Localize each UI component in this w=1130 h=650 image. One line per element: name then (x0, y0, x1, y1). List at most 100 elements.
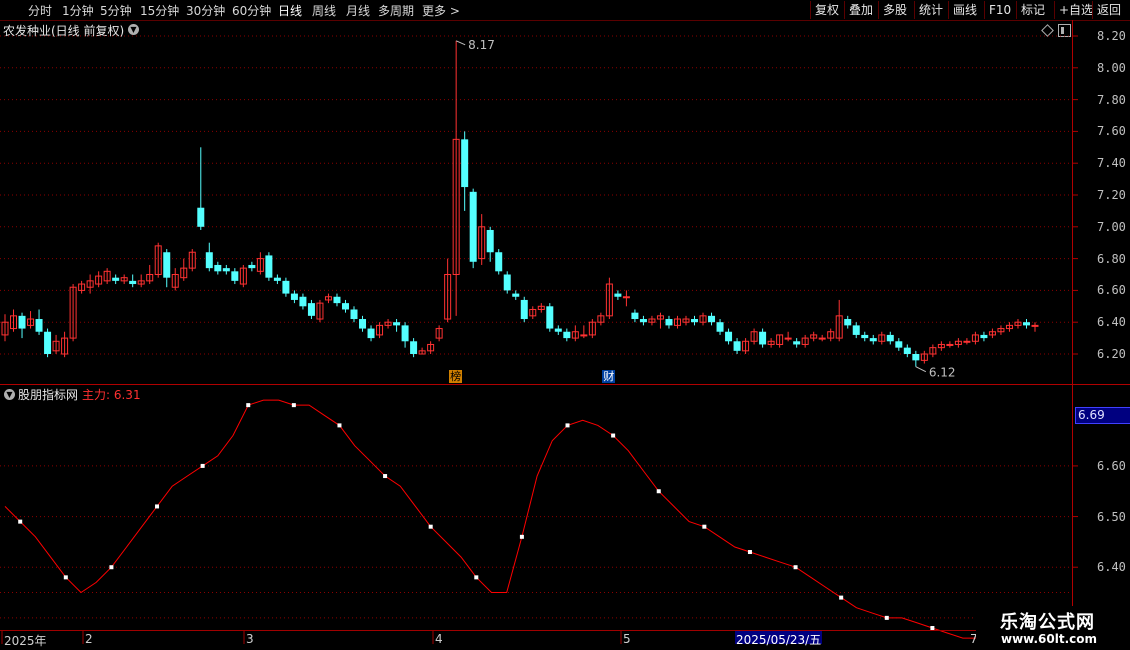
candle-body (112, 277, 120, 281)
indicator-value: 主力: 6.31 (82, 388, 141, 402)
candle-body (844, 319, 852, 326)
candle-body (469, 191, 477, 262)
candle-body (222, 268, 230, 272)
line-dot-marker (702, 524, 707, 529)
date-label: 2 (85, 632, 93, 646)
candle-body (946, 343, 954, 346)
candle-body (665, 319, 673, 326)
candle-body (129, 280, 137, 285)
watermark-url: www.60lt.com (1001, 632, 1098, 646)
candle-body (520, 299, 528, 320)
candle-body (980, 334, 988, 339)
candle-body (733, 341, 741, 351)
candle-body (912, 354, 920, 361)
main-force-line (4, 399, 978, 639)
line-dot-marker (839, 595, 844, 600)
candle-body (503, 274, 511, 291)
rank-marker[interactable]: 榜 (449, 370, 463, 383)
line-dot-marker (793, 565, 798, 570)
candle-body (563, 331, 571, 339)
candle-body (631, 312, 639, 320)
candle-body (341, 303, 349, 310)
line-dot-marker (747, 550, 752, 555)
candle-body (963, 340, 971, 343)
line-dot-marker (383, 474, 388, 479)
candle-body (333, 296, 341, 304)
line-dot-marker (656, 489, 661, 494)
candle-body (401, 325, 409, 342)
candle-body (410, 341, 418, 354)
candle-body (708, 315, 716, 323)
candle-body (205, 252, 213, 269)
date-label: 5 (623, 632, 631, 646)
date-label: 4 (435, 632, 443, 646)
low-annotation: 6.12 (929, 366, 956, 380)
chart-canvas: 8.17 6.12 (0, 20, 1130, 645)
line-dot-marker (337, 423, 342, 428)
candle-body (716, 322, 724, 332)
candle-body (461, 139, 469, 188)
indicator-tick-label: 6.50 (1097, 509, 1126, 524)
candle-body (793, 341, 801, 345)
candle-body (691, 319, 699, 323)
date-axis (0, 630, 1072, 645)
high-annotation-arrow (455, 40, 466, 46)
candle-body (44, 331, 52, 354)
candle-body (197, 207, 205, 227)
price-tick-label: 7.20 (1097, 188, 1126, 202)
indicator-tick-label: 6.60 (1097, 458, 1126, 473)
price-tick-label: 6.60 (1097, 283, 1126, 298)
candle-body (784, 337, 792, 340)
candle-body (299, 296, 307, 307)
line-dot-marker (291, 403, 296, 408)
candle-body (869, 338, 877, 342)
date-label: 2025年 (4, 634, 47, 648)
line-dot-marker (884, 615, 889, 620)
price-tick-label: 6.80 (1097, 251, 1126, 266)
line-dot-marker (63, 575, 68, 580)
candle-body (580, 334, 588, 337)
candle-body (214, 264, 222, 272)
candle-body (622, 296, 630, 299)
line-dot-marker (474, 575, 479, 580)
candle-body (290, 293, 298, 300)
candle-body (18, 315, 26, 329)
current-value-tag: 6.69 (1075, 407, 1130, 424)
watermark-title: 乐淘公式网 (1000, 612, 1095, 633)
candle-body (895, 341, 903, 348)
price-tick-label: 7.80 (1097, 92, 1126, 107)
candle-body (393, 322, 401, 326)
candle-body (639, 319, 647, 323)
candle-body (35, 319, 43, 332)
candle-body (231, 271, 239, 281)
candle-body (486, 229, 494, 253)
candle-body (495, 252, 503, 272)
price-tick-label: 6.20 (1097, 347, 1126, 361)
candle-body (248, 264, 256, 269)
line-dot-marker (155, 504, 160, 509)
finance-marker[interactable]: 财 (602, 370, 616, 383)
candle-body (546, 306, 554, 329)
date-highlight: 2025/05/23/五 (735, 631, 823, 647)
candle-body (273, 277, 281, 281)
candle-body (759, 331, 767, 345)
price-tick-label: 7.00 (1097, 219, 1126, 234)
candle-body (1022, 322, 1030, 326)
line-dot-marker (200, 463, 205, 468)
candle-body (852, 325, 860, 335)
line-dot-marker (246, 403, 251, 408)
candle-body (886, 334, 894, 342)
chevron-down-icon[interactable]: ▼ (4, 389, 15, 400)
price-tick-label: 8.20 (1097, 29, 1126, 43)
candle-body (1031, 324, 1039, 327)
indicator-tick-label: 6.40 (1097, 560, 1126, 575)
line-dot-marker (109, 565, 114, 570)
candle-body (282, 280, 290, 294)
line-dot-marker (428, 524, 433, 529)
low-annotation-arrow (915, 366, 927, 373)
price-tick-label: 8.00 (1097, 60, 1126, 75)
line-dot-marker (519, 534, 524, 539)
candle-body (903, 347, 911, 354)
price-tick-label: 6.40 (1097, 315, 1126, 330)
high-annotation: 8.17 (468, 38, 495, 52)
